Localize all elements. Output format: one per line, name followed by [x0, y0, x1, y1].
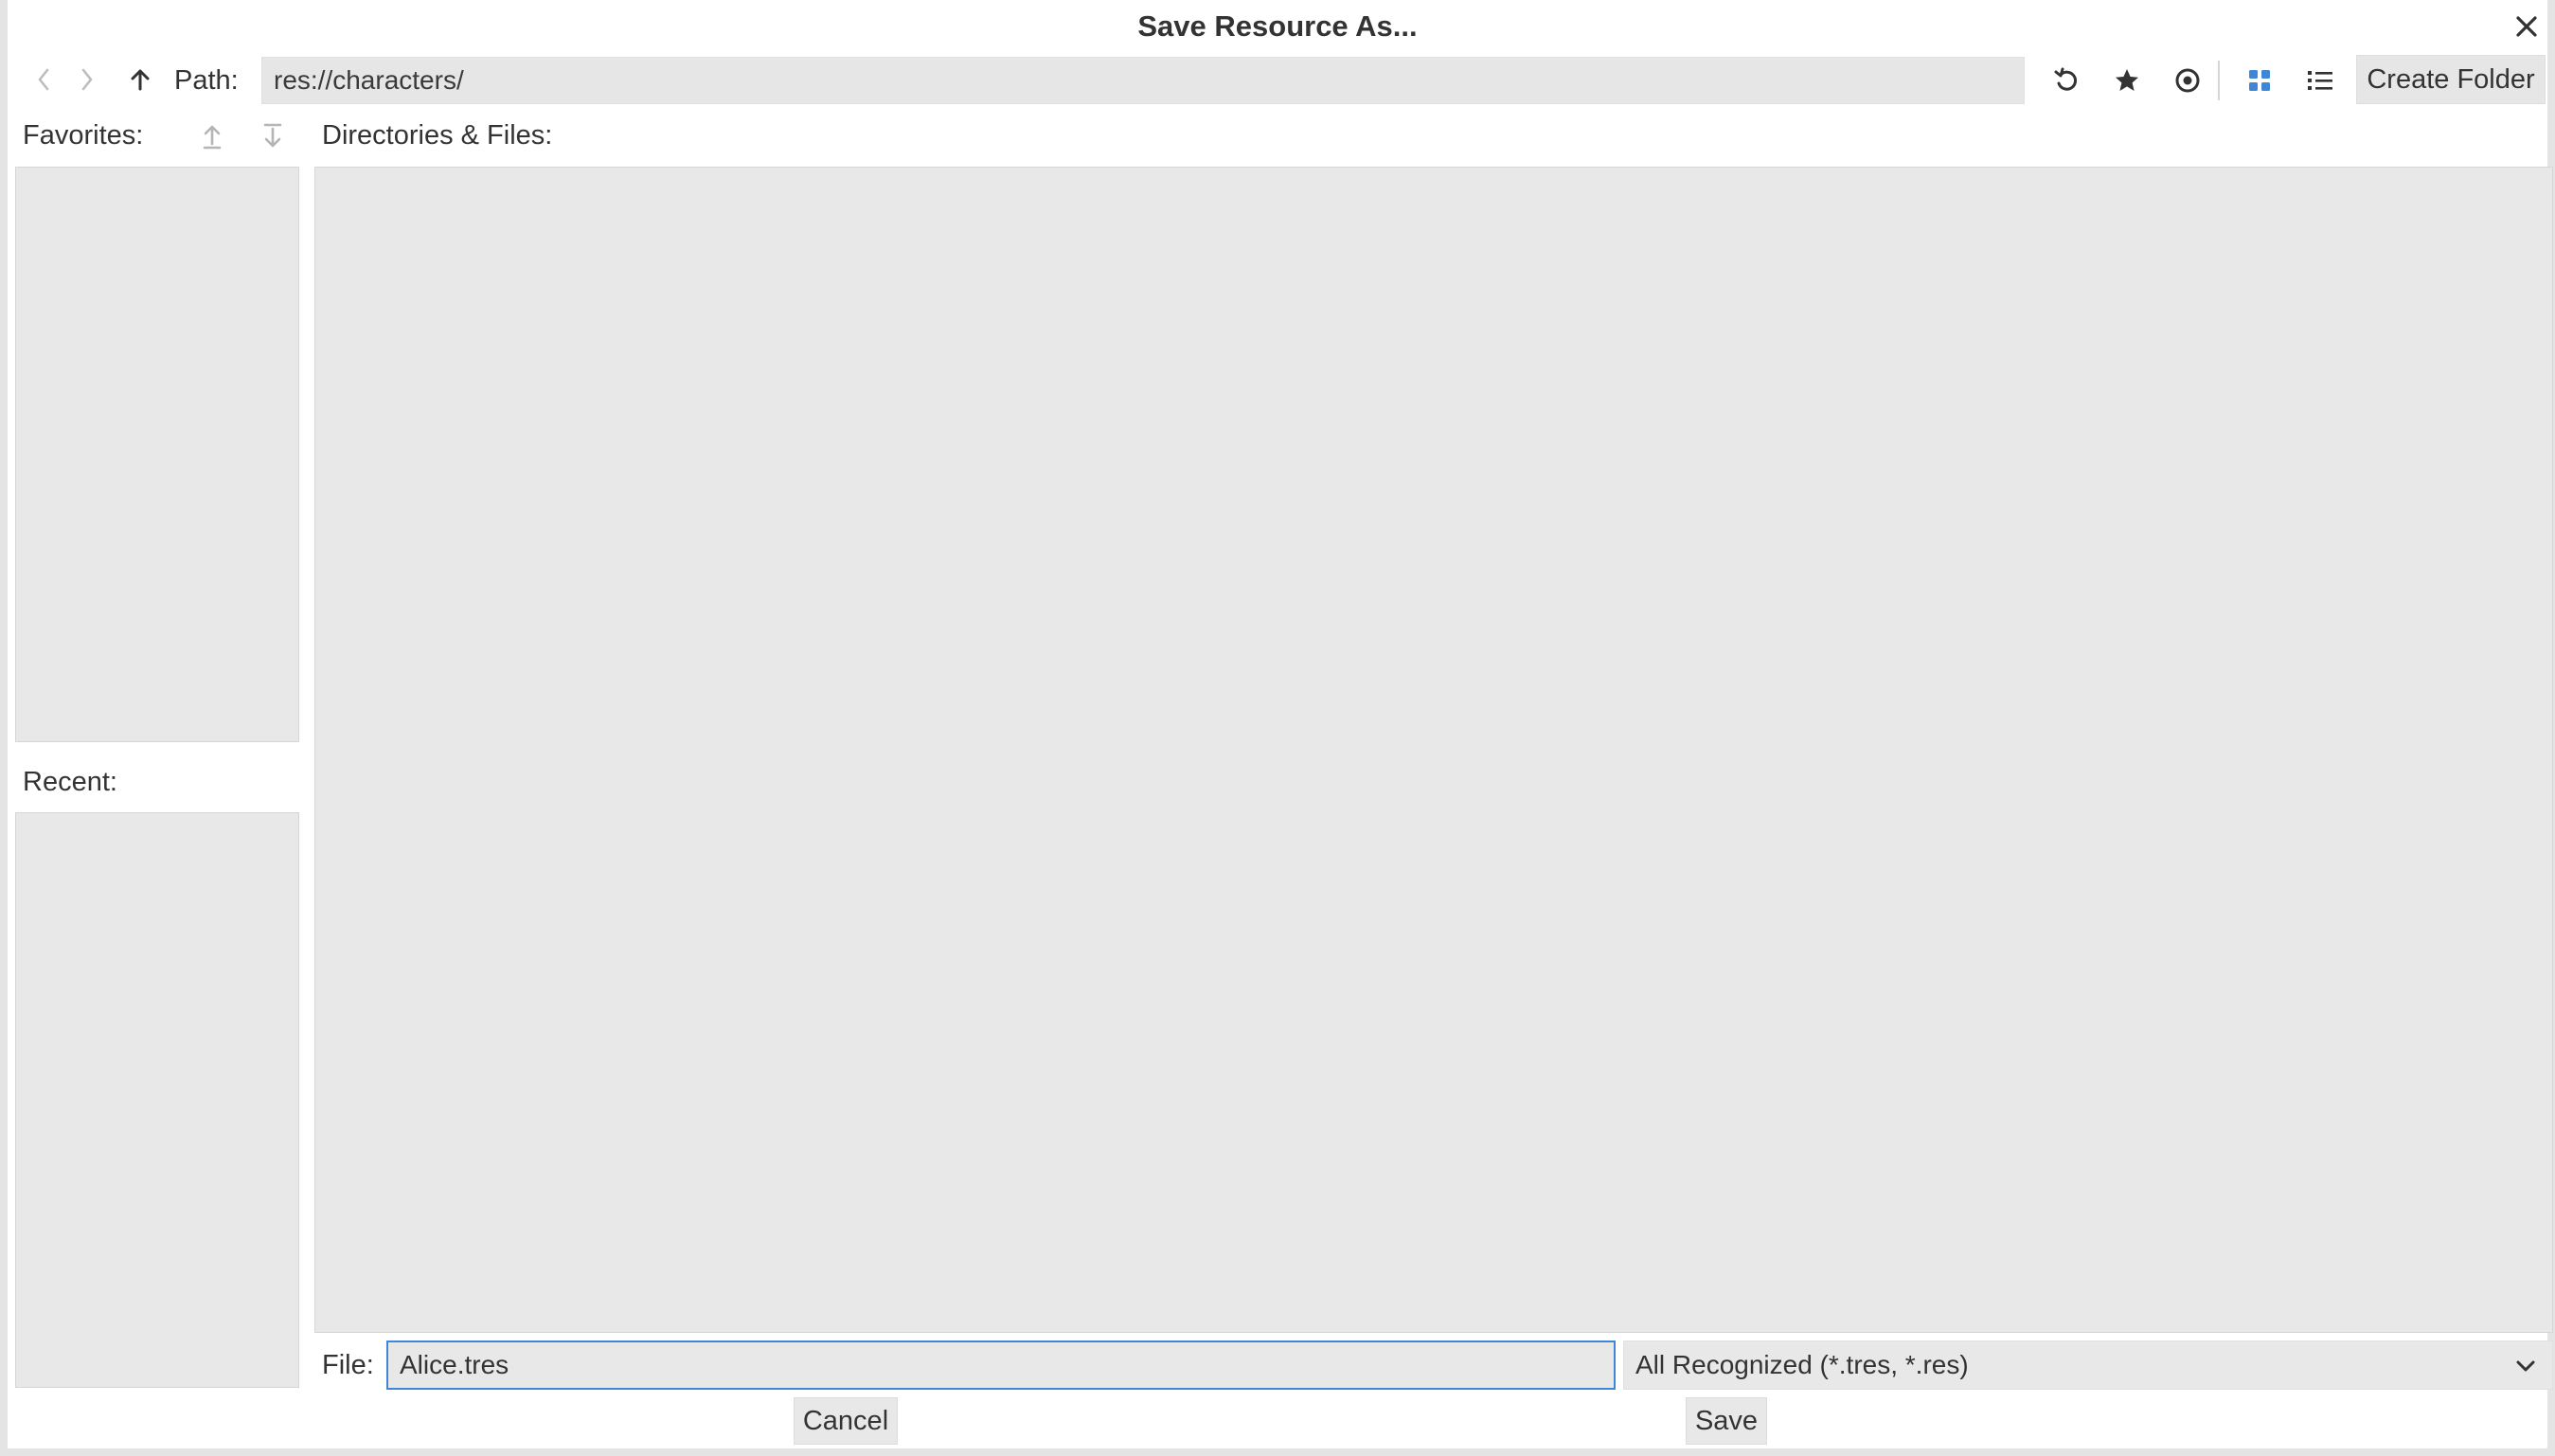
refresh-icon — [2054, 67, 2078, 91]
recent-list[interactable] — [15, 812, 299, 1388]
background-editor-bottom-edge — [0, 1448, 2555, 1456]
forward-button[interactable] — [68, 59, 106, 100]
path-input[interactable]: res://characters/ — [261, 57, 2025, 104]
directories-files-list[interactable] — [314, 167, 2553, 1333]
screen: Save Resource As... Path: res://characte… — [0, 0, 2555, 1456]
directories-files-label: Directories & Files: — [322, 120, 553, 151]
refresh-button[interactable] — [2044, 59, 2089, 102]
favorite-toggle-button[interactable] — [2104, 59, 2150, 102]
up-directory-button[interactable] — [121, 59, 159, 100]
move-up-icon — [203, 125, 222, 150]
file-filter-selected-label: All Recognized (*.tres, *.res) — [1635, 1350, 1969, 1379]
favorites-label: Favorites: — [23, 120, 144, 151]
grid-view-icon — [2249, 70, 2270, 91]
back-button[interactable] — [25, 59, 63, 100]
favorite-move-up-button[interactable] — [191, 117, 233, 155]
favorite-move-down-button[interactable] — [252, 117, 294, 155]
eye-icon — [2175, 68, 2200, 93]
close-icon — [2516, 16, 2537, 37]
cancel-button[interactable]: Cancel — [794, 1397, 898, 1445]
recent-label: Recent: — [23, 767, 117, 797]
toolbar-divider — [2218, 61, 2220, 100]
favorites-list[interactable] — [15, 167, 299, 742]
toggle-hidden-files-button[interactable] — [2165, 59, 2210, 102]
chevron-left-icon — [38, 68, 49, 91]
chevron-right-icon — [81, 68, 93, 91]
list-view-button[interactable] — [2297, 59, 2343, 102]
save-resource-dialog: Save Resource As... Path: res://characte… — [8, 0, 2553, 1448]
background-editor-left-edge — [0, 0, 8, 1456]
create-folder-button[interactable]: Create Folder — [2356, 55, 2546, 104]
grid-view-button[interactable] — [2237, 59, 2282, 102]
save-button[interactable]: Save — [1686, 1397, 1767, 1445]
path-label: Path: — [174, 65, 239, 96]
list-view-icon — [2308, 71, 2332, 90]
chevron-down-icon — [2516, 1360, 2535, 1372]
star-icon — [2116, 69, 2138, 91]
move-down-icon — [263, 123, 282, 148]
arrow-up-icon — [131, 69, 150, 91]
file-label: File: — [322, 1350, 374, 1380]
dialog-title: Save Resource As... — [1137, 9, 1418, 43]
file-filter-select[interactable]: All Recognized (*.tres, *.res) — [1623, 1341, 2553, 1390]
file-name-input[interactable]: Alice.tres — [386, 1341, 1616, 1390]
close-button[interactable] — [2508, 8, 2546, 45]
